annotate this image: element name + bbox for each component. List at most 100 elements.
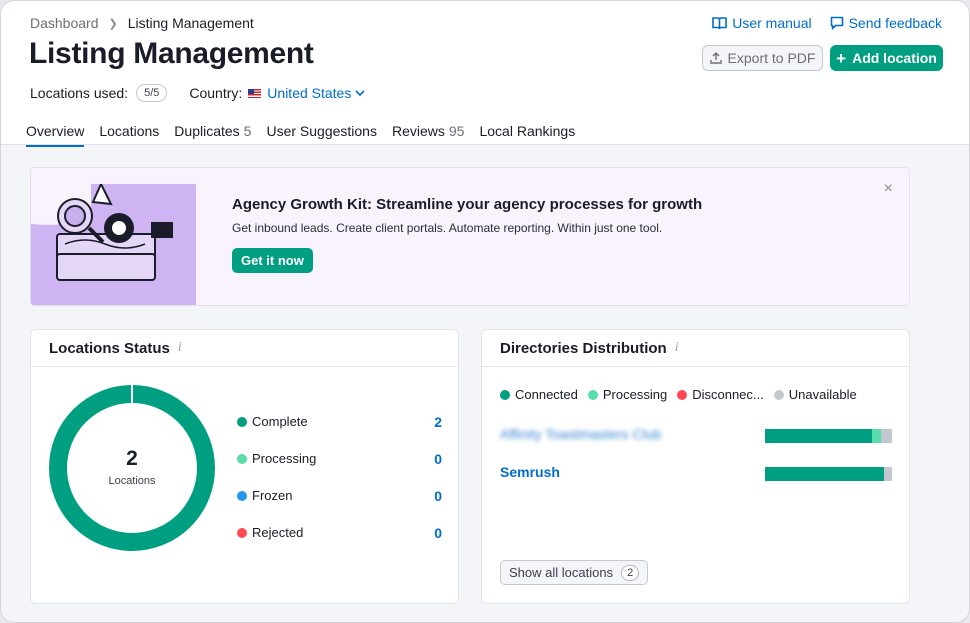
status-dot xyxy=(237,416,247,427)
locations-used-badge: 5/5 xyxy=(136,84,168,102)
tab-locations[interactable]: Locations xyxy=(99,123,159,147)
locations-used-label: Locations used: xyxy=(30,85,129,101)
status-count[interactable]: 0 xyxy=(434,451,442,467)
get-it-now-button[interactable]: Get it now xyxy=(232,248,313,273)
status-name: Frozen xyxy=(252,488,293,503)
legend-label: Processing xyxy=(602,387,668,402)
location-name-link[interactable]: Semrush xyxy=(500,464,560,480)
add-location-label: Add location xyxy=(852,50,937,66)
status-dot xyxy=(237,490,247,501)
banner-title: Agency Growth Kit: Streamline your agenc… xyxy=(232,196,703,213)
banner-text: Get inbound leads. Create client portals… xyxy=(232,221,663,235)
legend-connected: Connected xyxy=(500,387,578,402)
locations-meta: Locations used: 5/5 Country: United Stat… xyxy=(30,84,365,102)
send-feedback-link[interactable]: Send feedback xyxy=(830,15,942,31)
status-count[interactable]: 0 xyxy=(434,488,442,504)
us-flag-icon xyxy=(248,88,262,98)
top-links: User manual Send feedback xyxy=(712,15,942,31)
status-row-complete: Complete 2 xyxy=(237,403,442,440)
bar-segment-processing xyxy=(871,429,881,443)
breadcrumb-current: Listing Management xyxy=(127,15,254,31)
donut-total: 2 xyxy=(126,447,138,470)
directory-row: Affinity Toastmasters Club xyxy=(500,426,892,446)
page-header: Dashboard ❯ Listing Management Listing M… xyxy=(1,1,969,147)
location-name-link[interactable]: Affinity Toastmasters Club xyxy=(500,426,661,442)
status-count[interactable]: 0 xyxy=(434,525,442,541)
status-legend: Complete 2 Processing 0 Frozen 0 Rejecte… xyxy=(237,403,442,551)
close-icon[interactable]: × xyxy=(884,180,893,198)
status-name: Rejected xyxy=(252,525,304,540)
show-all-count: 2 xyxy=(621,564,640,581)
country-selector[interactable]: Country: United States xyxy=(189,85,365,101)
chevron-down-icon xyxy=(355,89,365,96)
status-row-frozen: Frozen 0 xyxy=(237,477,442,514)
legend-dot xyxy=(587,389,598,400)
show-all-locations-button[interactable]: Show all locations 2 xyxy=(500,560,649,585)
tab-local-rankings[interactable]: Local Rankings xyxy=(479,123,575,147)
legend-label: Connected xyxy=(515,387,578,402)
directories-distribution-card: Directories Distribution i Connected Pro… xyxy=(481,329,910,604)
tab-count: 95 xyxy=(448,123,465,139)
legend-dot xyxy=(500,389,510,400)
status-name: Complete xyxy=(252,414,308,429)
card-title: Directories Distribution xyxy=(500,339,667,357)
legend-label: Unavailable xyxy=(788,387,857,402)
tab-label: Locations xyxy=(99,123,160,139)
country-value-text: United States xyxy=(267,85,352,101)
export-pdf-button[interactable]: Export to PDF xyxy=(702,45,823,71)
tab-label: Local Rankings xyxy=(479,123,576,139)
bar-segment-connected xyxy=(765,467,885,481)
country-value[interactable]: United States xyxy=(267,85,365,101)
card-header: Locations Status i xyxy=(31,330,458,367)
tab-overview[interactable]: Overview xyxy=(26,123,85,147)
tab-label: Overview xyxy=(26,123,85,139)
info-icon[interactable]: i xyxy=(178,340,182,356)
book-icon xyxy=(712,17,728,30)
user-manual-link[interactable]: User manual xyxy=(712,15,812,31)
tab-label: Duplicates xyxy=(174,123,240,139)
page-title: Listing Management xyxy=(29,37,314,70)
legend-dot xyxy=(773,389,784,400)
tab-bar: Overview Locations Duplicates 5 User Sugg… xyxy=(26,123,575,147)
directories-legend: Connected Processing Disconnec... Unavai… xyxy=(500,387,857,402)
export-icon xyxy=(709,52,722,64)
chevron-right-icon: ❯ xyxy=(108,17,118,30)
card-header: Directories Distribution i xyxy=(482,330,909,367)
status-row-processing: Processing 0 xyxy=(237,440,442,477)
card-title: Locations Status xyxy=(49,339,170,357)
tab-user-suggestions[interactable]: User Suggestions xyxy=(266,123,377,147)
legend-dot xyxy=(677,389,688,400)
status-count[interactable]: 2 xyxy=(434,414,442,430)
legend-processing: Processing xyxy=(587,387,668,402)
distribution-bar xyxy=(765,429,892,443)
distribution-bar xyxy=(765,467,892,481)
bar-segment-connected xyxy=(765,429,872,443)
country-label: Country: xyxy=(189,85,243,101)
status-dot xyxy=(237,453,247,464)
status-row-rejected: Rejected 0 xyxy=(237,514,442,551)
status-dot xyxy=(237,527,247,538)
legend-label: Disconnec... xyxy=(692,387,764,402)
bar-segment-unavailable xyxy=(884,467,892,481)
info-icon[interactable]: i xyxy=(675,340,679,356)
plus-icon: + xyxy=(836,48,847,68)
banner-illustration xyxy=(31,184,196,305)
directory-row: Semrush xyxy=(500,464,892,484)
show-all-label: Show all locations xyxy=(509,565,614,580)
legend-unavailable: Unavailable xyxy=(773,387,857,402)
tab-label: User Suggestions xyxy=(266,123,377,139)
add-location-button[interactable]: + Add location xyxy=(830,45,943,71)
promo-banner: Agency Growth Kit: Streamline your agenc… xyxy=(30,167,910,306)
breadcrumb: Dashboard ❯ Listing Management xyxy=(30,15,254,31)
status-name: Processing xyxy=(252,451,317,466)
tab-duplicates[interactable]: Duplicates 5 xyxy=(174,123,251,147)
user-manual-label: User manual xyxy=(732,15,812,31)
tab-label: Reviews xyxy=(391,123,445,139)
chat-icon xyxy=(830,16,843,30)
bar-segment-unavailable xyxy=(880,429,892,443)
tab-reviews[interactable]: Reviews 95 xyxy=(392,123,464,147)
tab-count: 5 xyxy=(243,123,252,139)
legend-disconnected: Disconnec... xyxy=(677,387,764,402)
breadcrumb-dashboard[interactable]: Dashboard xyxy=(30,15,99,31)
export-pdf-label: Export to PDF xyxy=(727,50,816,66)
